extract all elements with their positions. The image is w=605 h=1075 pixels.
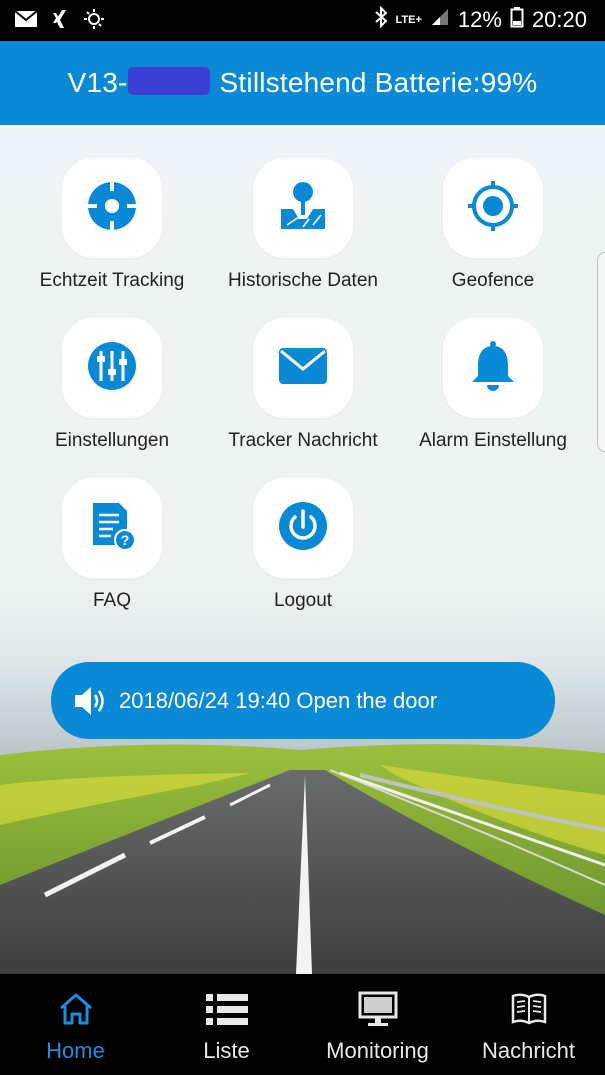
tile-label: FAQ xyxy=(92,590,131,611)
nav-label: Home xyxy=(46,1038,105,1063)
xing-icon xyxy=(50,8,70,35)
power-icon xyxy=(278,501,328,556)
status-bar: LTE+ 12% 20:20 xyxy=(0,0,605,41)
notice-text: 2018/06/24 19:40 Open the door xyxy=(119,687,438,713)
tile-label: Logout xyxy=(273,590,333,611)
tile-historische-daten[interactable]: Historische Daten xyxy=(208,158,398,292)
list-icon xyxy=(151,974,302,1038)
tile-icon-box xyxy=(253,478,353,578)
tile-alarm-einstellung[interactable]: Alarm Einstellung xyxy=(398,318,588,452)
redacted-device-id xyxy=(127,67,210,95)
tile-icon-box xyxy=(62,318,162,418)
nav-home[interactable]: Home xyxy=(0,974,151,1075)
device-name-prefix: V13- xyxy=(67,67,128,98)
tile-einstellungen[interactable]: Einstellungen xyxy=(17,318,207,452)
signal-icon xyxy=(430,7,450,33)
tile-label: Tracker Nachricht xyxy=(228,430,378,451)
nav-nachricht[interactable]: Nachricht xyxy=(453,974,604,1075)
tile-label: Historische Daten xyxy=(228,270,378,291)
tile-echtzeit-tracking[interactable]: Echtzeit Tracking xyxy=(17,158,207,292)
bottom-navigation: Home Liste Monitoring Nachricht xyxy=(0,974,605,1075)
network-type: LTE+ xyxy=(395,14,422,26)
battery-percent: 12% xyxy=(457,7,502,32)
book-icon xyxy=(453,974,604,1038)
mail-icon xyxy=(14,9,38,34)
envelope-icon xyxy=(278,347,328,390)
tile-icon-box: ? xyxy=(62,478,162,578)
nav-liste[interactable]: Liste xyxy=(151,974,302,1075)
tile-label: Alarm Einstellung xyxy=(419,430,567,451)
sun-icon xyxy=(82,8,106,35)
target-icon xyxy=(87,180,137,236)
tile-icon-box xyxy=(443,158,543,258)
tile-geofence[interactable]: Geofence xyxy=(398,158,588,292)
monitor-icon xyxy=(302,974,453,1038)
sliders-icon xyxy=(87,341,137,396)
bell-icon xyxy=(470,340,516,397)
tile-label: Einstellungen xyxy=(54,430,170,451)
main-content: Echtzeit Tracking Historische Daten Geof… xyxy=(0,125,605,974)
bluetooth-icon xyxy=(374,5,388,34)
nav-label: Nachricht xyxy=(482,1038,575,1063)
home-icon xyxy=(0,974,151,1038)
device-status: Stillstehend Batterie:99% xyxy=(219,67,538,98)
nav-label: Monitoring xyxy=(326,1038,429,1063)
tile-icon-box xyxy=(443,318,543,418)
latest-alarm-notice[interactable]: 2018/06/24 19:40 Open the door xyxy=(51,662,555,739)
tile-icon-box xyxy=(62,158,162,258)
speaker-icon xyxy=(71,681,111,721)
tile-faq[interactable]: ? FAQ xyxy=(17,478,207,612)
svg-text:?: ? xyxy=(121,532,130,548)
tile-label: Echtzeit Tracking xyxy=(39,270,185,291)
clock: 20:20 xyxy=(531,7,587,32)
tile-icon-box xyxy=(253,318,353,418)
header-bar: V13- Stillstehend Batterie:99% xyxy=(0,41,605,125)
nav-label: Liste xyxy=(203,1038,250,1063)
tile-label: Geofence xyxy=(451,270,535,291)
tile-tracker-nachricht[interactable]: Tracker Nachricht xyxy=(208,318,398,452)
tile-logout[interactable]: Logout xyxy=(208,478,398,612)
crosshair-icon xyxy=(468,180,518,236)
tile-icon-box xyxy=(253,158,353,258)
edge-panel-handle[interactable] xyxy=(597,252,605,452)
battery-icon xyxy=(510,6,524,34)
map-pin-icon xyxy=(279,181,327,236)
nav-monitoring[interactable]: Monitoring xyxy=(302,974,453,1075)
faq-document-icon: ? xyxy=(87,501,137,556)
